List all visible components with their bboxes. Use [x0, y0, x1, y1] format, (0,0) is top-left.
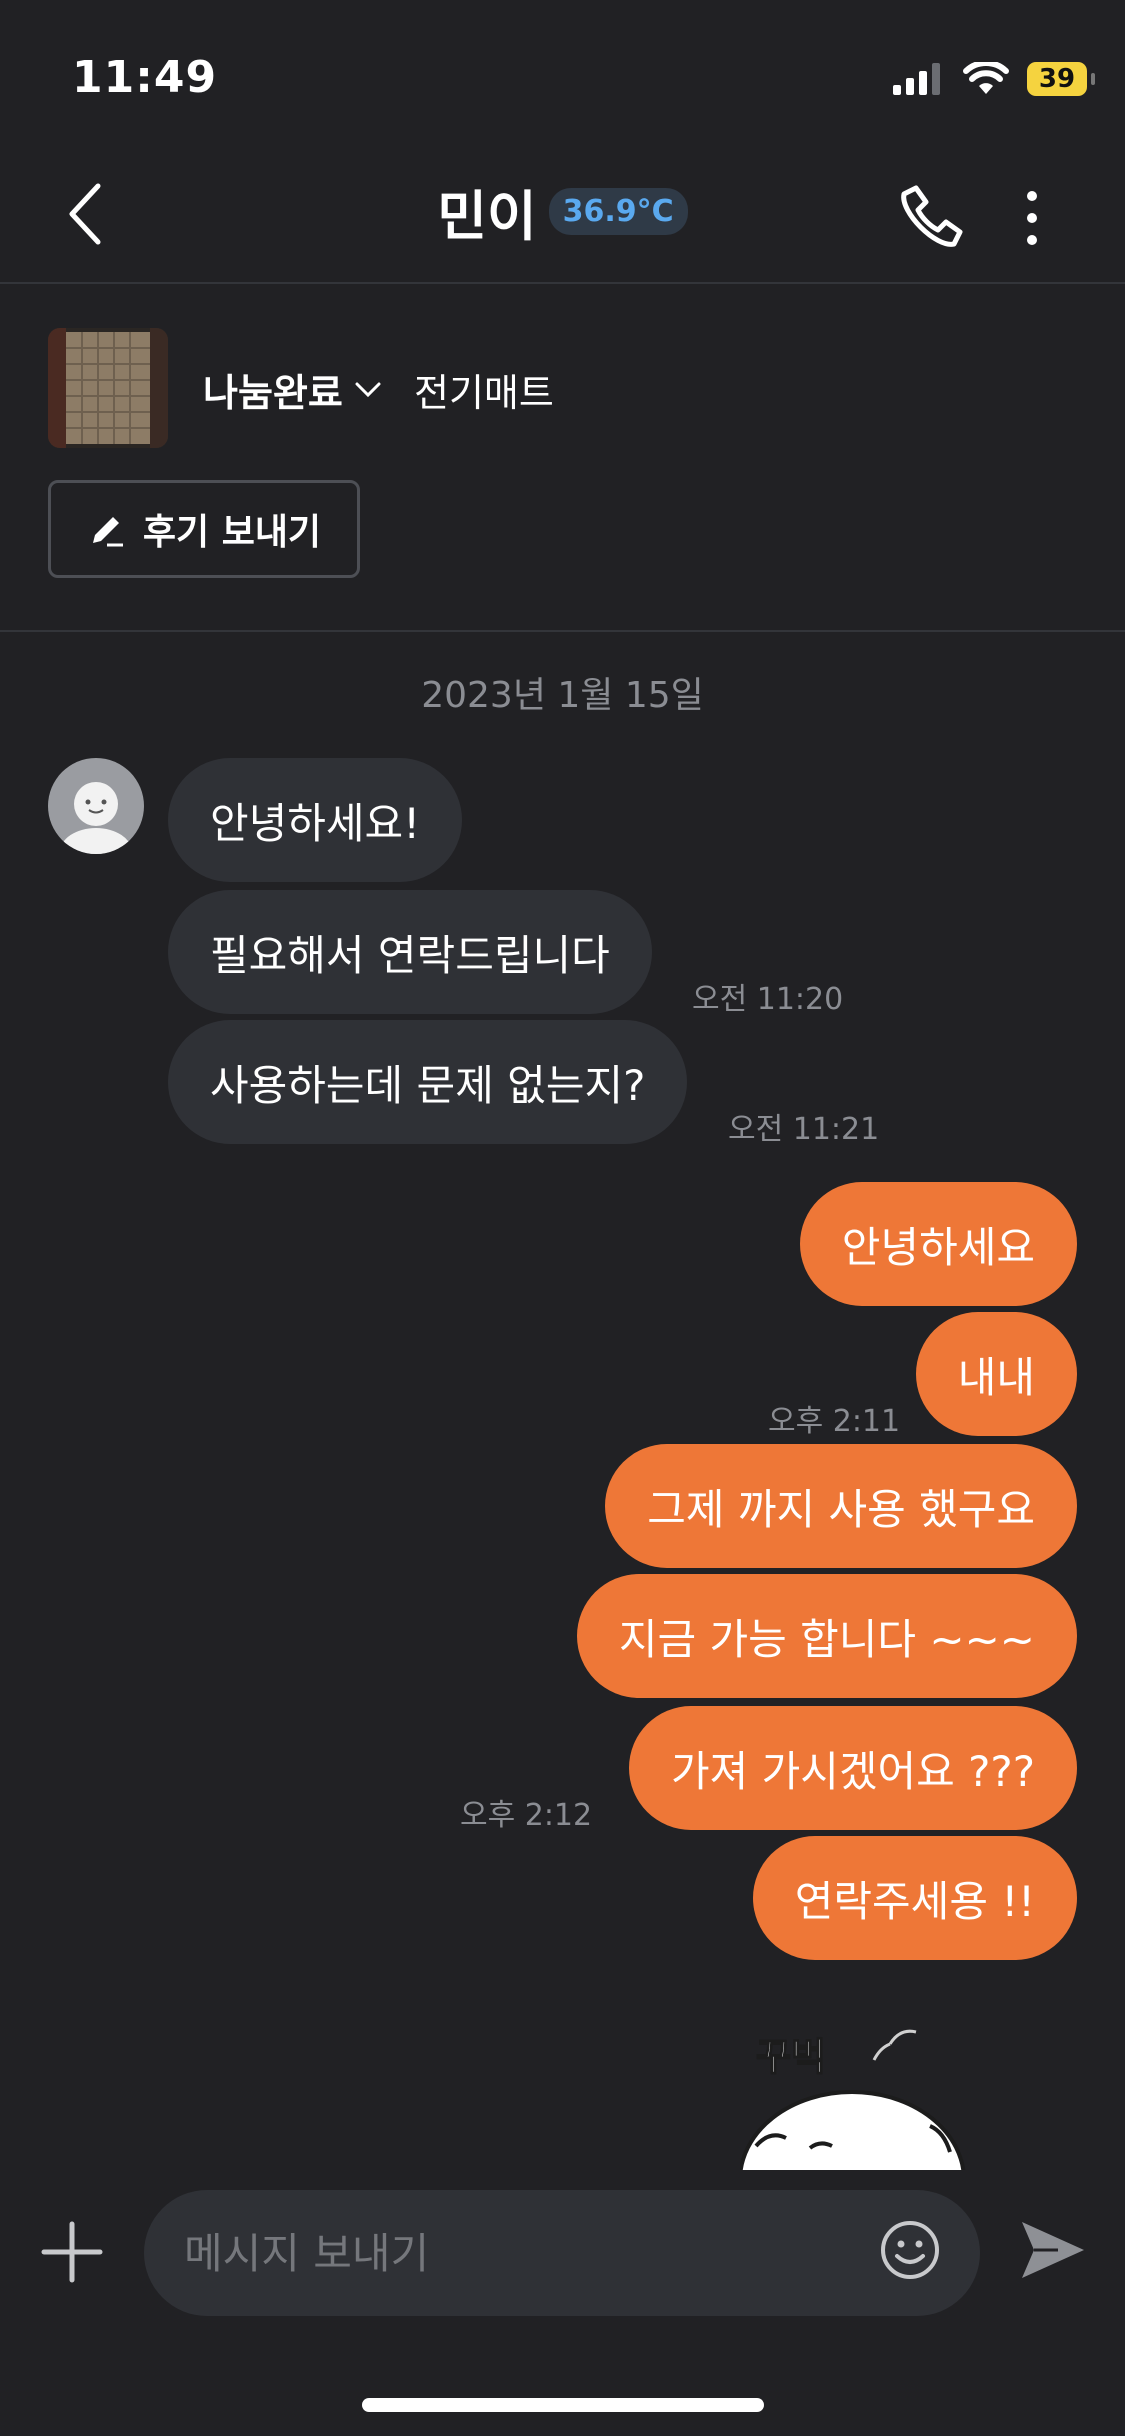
incoming-message[interactable]: 필요해서 연락드립니다 — [168, 890, 652, 1014]
plus-icon[interactable] — [40, 2220, 104, 2284]
outgoing-message[interactable]: 지금 가능 합니다 ~~~ — [576, 1574, 1077, 1698]
home-indicator[interactable] — [362, 2398, 764, 2412]
incoming-message[interactable]: 사용하는데 문제 없는지? — [168, 1020, 688, 1144]
incoming-message[interactable]: 안녕하세요! — [168, 758, 463, 882]
product-thumbnail[interactable] — [48, 328, 168, 448]
message-timestamp: 오전 11:20 — [692, 982, 844, 1017]
product-divider — [0, 630, 1125, 632]
status-time: 11:49 — [72, 52, 218, 103]
avatar[interactable] — [48, 758, 144, 854]
trade-status-label: 나눔완료 — [203, 371, 343, 415]
smiley-icon[interactable] — [878, 2218, 942, 2282]
chat-partner-name[interactable]: 민이 — [437, 172, 536, 251]
outgoing-message[interactable]: 안녕하세요 — [799, 1182, 1077, 1306]
message-timestamp: 오전 11:21 — [728, 1112, 880, 1147]
message-input[interactable] — [182, 2227, 866, 2279]
bowing-character-sticker[interactable]: 꾸벅 — [740, 2020, 1000, 2170]
cellular-signal-icon — [893, 63, 940, 95]
wifi-icon — [963, 62, 1009, 94]
send-icon[interactable] — [1018, 2218, 1088, 2282]
message-timestamp: 오후 2:12 — [460, 1798, 593, 1833]
pencil-icon — [92, 517, 123, 547]
trade-status-dropdown[interactable]: 나눔완료 — [203, 362, 381, 417]
send-review-label: 후기 보내기 — [142, 512, 322, 553]
outgoing-message[interactable]: 연락주세용 !! — [752, 1836, 1077, 1960]
date-divider: 2023년 1월 15일 — [421, 675, 704, 716]
sticker-caption: 꾸벅 — [755, 2034, 826, 2080]
phone-icon[interactable] — [896, 182, 966, 252]
header-divider — [0, 282, 1125, 284]
outgoing-message[interactable]: 그제 까지 사용 했구요 — [605, 1444, 1077, 1568]
message-timestamp: 오후 2:11 — [768, 1404, 901, 1439]
outgoing-message[interactable]: 가져 가시겠어요 ??? — [628, 1706, 1077, 1830]
manner-temperature-badge[interactable]: 36.9°C — [548, 188, 688, 235]
more-vertical-icon[interactable] — [1020, 188, 1044, 248]
battery-indicator: 39 — [1027, 62, 1095, 96]
product-title[interactable]: 전기매트 — [414, 362, 554, 417]
message-input-container[interactable] — [144, 2190, 980, 2316]
status-icons: 39 — [893, 62, 1095, 96]
outgoing-message[interactable]: 내내 — [915, 1312, 1077, 1436]
send-review-button[interactable]: 후기 보내기 — [48, 480, 360, 578]
chevron-down-icon — [355, 382, 381, 397]
